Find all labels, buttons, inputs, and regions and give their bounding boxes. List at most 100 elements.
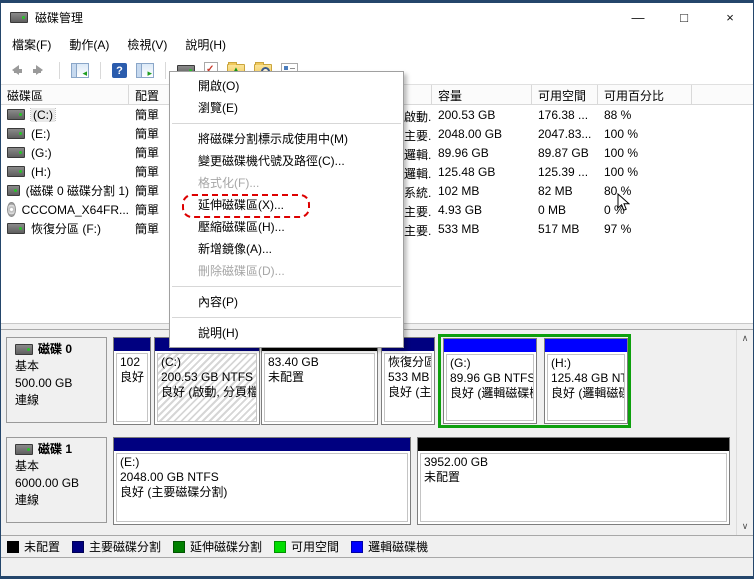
- menu-view[interactable]: 檢視(V): [118, 33, 176, 56]
- partition-line2: 533 MB: [388, 370, 430, 384]
- partition-line2: 125.48 GB NTFS: [551, 371, 624, 385]
- show-console-tree-icon[interactable]: [71, 63, 89, 79]
- menu-item-change-letter[interactable]: 變更磁碟機代號及路徑(C)...: [170, 150, 403, 172]
- disk-0-row: 磁碟 0 基本 500.00 GB 連線 102 良好 (C:) 200.53 GB…: [1, 334, 733, 428]
- forward-icon[interactable]: [32, 65, 48, 76]
- disk-icon: [15, 444, 33, 455]
- partition-line3: 未配置: [268, 370, 305, 384]
- disk-icon: [15, 344, 33, 355]
- mouse-cursor: [617, 192, 631, 215]
- menu-help[interactable]: 說明(H): [176, 33, 235, 56]
- menu-item-properties[interactable]: 內容(P): [170, 291, 403, 313]
- partition-line2: 83.40 GB: [268, 355, 319, 369]
- maximize-button[interactable]: □: [661, 3, 707, 32]
- menu-item-shrink-volume[interactable]: 壓縮磁碟區(H)...: [170, 216, 403, 238]
- close-button[interactable]: ×: [707, 3, 753, 32]
- volume-name: 恢復分區 (F:): [31, 222, 101, 236]
- volume-pct-free: 100 %: [604, 126, 639, 141]
- minimize-button[interactable]: —: [615, 3, 661, 32]
- volume-icon: [7, 223, 25, 234]
- scroll-up-icon[interactable]: ∧: [742, 333, 749, 344]
- partition-line3: 良好 (啟動, 分頁檔: [161, 385, 257, 399]
- partition-unallocated-disk1[interactable]: 3952.00 GB 未配置: [417, 437, 730, 525]
- partition-type-strip: [545, 339, 627, 352]
- volume-pct-free: 80 %: [604, 183, 632, 198]
- partition-c-selected[interactable]: (C:) 200.53 GB NTFS 良好 (啟動, 分頁檔: [154, 337, 260, 425]
- disk-type: 基本: [15, 359, 40, 373]
- volume-capacity: 2048.00 GB: [438, 126, 503, 141]
- partition-system-102mb[interactable]: 102 良好: [113, 337, 151, 425]
- header-free-space[interactable]: 可用空間: [532, 85, 598, 104]
- partition-unallocated-disk0[interactable]: 83.40 GB 未配置: [261, 337, 378, 425]
- volume-free: 82 MB: [538, 183, 573, 198]
- help-icon[interactable]: ?: [112, 63, 127, 78]
- volume-layout: 簡單: [135, 127, 160, 141]
- partition-line3: 良好: [120, 370, 145, 384]
- partition-type-strip: [114, 438, 410, 451]
- legend-label: 邏輯磁碟機: [368, 540, 429, 554]
- vertical-scrollbar[interactable]: ∧ ∨: [736, 330, 753, 535]
- partition-line1: 恢復分區: [388, 355, 432, 369]
- partition-h[interactable]: (H:)125.48 GB NTFS良好 (邏輯磁碟機: [544, 338, 628, 424]
- volume-layout: 簡單: [135, 146, 160, 160]
- legend-chip: [351, 540, 364, 553]
- legend-logical: 邏輯磁碟機: [351, 538, 428, 555]
- volume-icon: [7, 166, 25, 177]
- menu-item-extend-volume[interactable]: 延伸磁碟區(X)...: [170, 194, 403, 218]
- header-volume[interactable]: 磁碟區: [1, 85, 129, 104]
- volume-pct-free: 100 %: [604, 164, 639, 179]
- volume-pct-free: 88 %: [604, 107, 632, 122]
- volume-capacity: 4.93 GB: [438, 202, 483, 217]
- legend-chip: [173, 540, 186, 553]
- menu-item-open[interactable]: 開啟(O): [170, 75, 403, 97]
- partition-recovery[interactable]: 恢復分區533 MB良好 (主要: [381, 337, 435, 425]
- legend-label: 主要磁碟分割: [89, 540, 162, 554]
- legend-chip: [72, 540, 85, 553]
- scroll-down-icon[interactable]: ∨: [742, 521, 749, 532]
- disk-1-label[interactable]: 磁碟 1 基本 6000.00 GB 連線: [6, 437, 107, 523]
- partition-line3: 未配置: [424, 470, 461, 484]
- menu-item-delete-volume: 刪除磁碟區(D)...: [198, 264, 285, 278]
- disk-type: 基本: [15, 459, 40, 473]
- toolbar-separator: [59, 62, 60, 79]
- menu-file[interactable]: 檔案(F): [3, 33, 60, 56]
- volume-free: 517 MB: [538, 221, 580, 236]
- back-icon[interactable]: [7, 65, 23, 76]
- header-capacity[interactable]: 容量: [432, 85, 532, 104]
- menu-action[interactable]: 動作(A): [60, 33, 118, 56]
- partition-context-menu: 開啟(O) 瀏覽(E) 將磁碟分割標示成使用中(M) 變更磁碟機代號及路徑(C)…: [169, 71, 404, 348]
- disk-size: 6000.00 GB: [15, 476, 80, 490]
- volume-free: 89.87 GB: [538, 145, 589, 160]
- volume-pct-free: 100 %: [604, 145, 639, 160]
- legend-unallocated: 未配置: [7, 538, 60, 555]
- menu-item-mark-active[interactable]: 將磁碟分割標示成使用中(M): [170, 128, 403, 150]
- menu-item-help[interactable]: 說明(H): [170, 322, 403, 344]
- show-action-pane-icon[interactable]: [136, 63, 154, 79]
- volume-capacity: 89.96 GB: [438, 145, 489, 160]
- menu-separator: [172, 123, 401, 124]
- legend-label: 可用空間: [291, 540, 340, 554]
- header-pct-free[interactable]: 可用百分比: [598, 85, 692, 104]
- partition-e[interactable]: (E:) 2048.00 GB NTFS 良好 (主要磁碟分割): [113, 437, 411, 525]
- volume-name: (E:): [31, 126, 51, 141]
- volume-layout: 簡單: [135, 222, 160, 236]
- volume-free: 176.38 ...: [538, 107, 589, 122]
- menu-item-explore[interactable]: 瀏覽(E): [170, 97, 403, 119]
- menu-separator: [172, 286, 401, 287]
- disk-0-label[interactable]: 磁碟 0 基本 500.00 GB 連線: [6, 337, 107, 423]
- partition-type-strip: [418, 438, 729, 451]
- volume-name: (G:): [31, 145, 52, 160]
- legend-label: 延伸磁碟分割: [190, 540, 263, 554]
- partition-line2: 2048.00 GB NTFS: [120, 470, 219, 484]
- volume-name: CCCOMA_X64FR...: [21, 202, 129, 217]
- partition-g[interactable]: (G:) 89.96 GB NTFS 良好 (邏輯磁碟機: [443, 338, 537, 424]
- graphical-view-pane: 磁碟 0 基本 500.00 GB 連線 102 良好 (C:) 200.53 GB…: [1, 330, 753, 535]
- volume-free: 0 MB: [538, 202, 567, 217]
- disk-status: 連線: [15, 493, 40, 507]
- disk-name: 磁碟 1: [38, 442, 73, 456]
- menu-item-add-mirror[interactable]: 新增鏡像(A)...: [170, 238, 403, 260]
- volume-layout: 簡單: [135, 203, 160, 217]
- partition-line1: (C:): [161, 355, 181, 369]
- volume-capacity: 125.48 GB: [438, 164, 496, 179]
- legend-free-space: 可用空間: [274, 538, 339, 555]
